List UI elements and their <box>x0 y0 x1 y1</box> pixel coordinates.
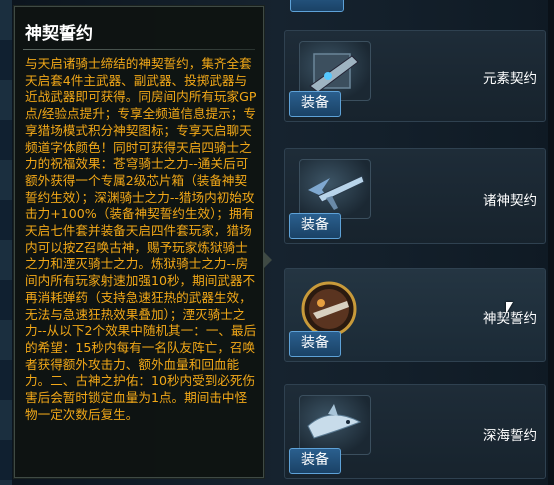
equip-button[interactable]: 装备 <box>289 331 341 357</box>
card-icon-frame <box>299 395 371 455</box>
shark-icon <box>307 404 362 439</box>
mouse-cursor-icon <box>506 302 513 314</box>
card-deep-sea-oath[interactable]: 深海誓约 装备 <box>284 384 546 479</box>
item-tooltip: 神契誓约 与天启诸骑士缔结的神契誓约，集齐全套天启套4件主武器、副武器、投掷武器… <box>14 6 264 478</box>
tooltip-title: 神契誓约 <box>25 24 93 44</box>
card-name: 深海誓约 <box>483 428 537 444</box>
top-equip-button-partial[interactable] <box>290 0 344 12</box>
equip-button[interactable]: 装备 <box>289 91 341 117</box>
winged-rifle-icon <box>308 175 365 210</box>
card-name: 元素契约 <box>483 71 537 87</box>
right-edge <box>548 0 554 485</box>
card-name: 诸神契约 <box>483 193 537 209</box>
tooltip-pointer <box>264 252 272 268</box>
round-emblem-icon <box>301 281 357 337</box>
card-icon-frame <box>299 279 369 337</box>
card-divine-oath[interactable]: 神契誓约 装备 <box>284 268 546 362</box>
left-strip <box>0 0 12 485</box>
tooltip-divider <box>23 49 255 50</box>
equip-button[interactable]: 装备 <box>289 448 341 474</box>
equip-button[interactable]: 装备 <box>289 213 341 239</box>
card-element-contract[interactable]: 元素契约 装备 <box>284 30 546 122</box>
card-icon-frame <box>299 159 371 219</box>
tooltip-description: 与天启诸骑士缔结的神契誓约，集齐全套天启套4件主武器、副武器、投掷武器与近战武器… <box>25 56 257 422</box>
card-gods-contract[interactable]: 诸神契约 装备 <box>284 148 546 244</box>
